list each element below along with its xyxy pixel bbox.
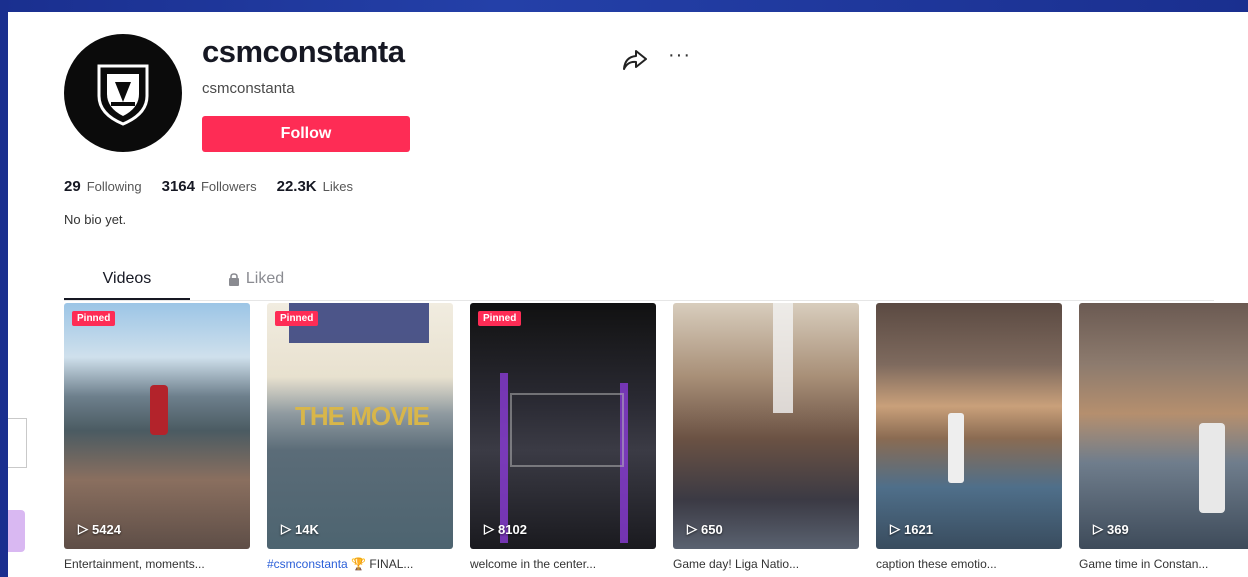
video-card[interactable]: ▷ 369 Game time in Constan... xyxy=(1079,303,1248,571)
video-card[interactable]: THE MOVIE Pinned ▷ 14K #csmconstanta 🏆 FI… xyxy=(267,303,453,571)
profile-tabs: Videos Liked xyxy=(64,260,1214,301)
caption-text: FINAL... xyxy=(369,557,414,571)
video-card[interactable]: ▷ 650 Game day! Liga Natio... xyxy=(673,303,859,571)
likes-stat: 22.3K Likes xyxy=(277,178,353,195)
video-card[interactable]: Pinned ▷ 8102 welcome in the center... xyxy=(470,303,656,571)
video-grid: Pinned ▷ 5424 Entertainment, moments... T… xyxy=(64,303,1248,571)
view-count-value: 8102 xyxy=(498,521,527,537)
video-caption[interactable]: welcome in the center... xyxy=(470,557,650,571)
lock-icon xyxy=(228,272,239,286)
pinned-badge: Pinned xyxy=(478,311,522,326)
tab-liked-label: Liked xyxy=(245,270,285,287)
username: csmconstanta xyxy=(202,34,405,69)
play-icon: ▷ xyxy=(78,521,88,536)
share-icon[interactable] xyxy=(622,48,648,72)
likes-label: Likes xyxy=(322,179,353,194)
video-caption[interactable]: Game day! Liga Natio... xyxy=(673,557,853,571)
followers-count: 3164 xyxy=(161,178,195,195)
profile-stats: 29 Following 3164 Followers 22.3K Likes xyxy=(64,178,353,195)
sidebar-fragment-highlight xyxy=(8,510,25,552)
following-label: Following xyxy=(86,179,142,194)
video-thumbnail[interactable]: Pinned ▷ 5424 xyxy=(64,303,250,549)
followers-stat[interactable]: 3164 Followers xyxy=(162,178,257,195)
view-count: ▷ 369 xyxy=(1093,521,1129,537)
video-card[interactable]: ▷ 1621 caption these emotio... xyxy=(876,303,1062,571)
video-caption[interactable]: Entertainment, moments... xyxy=(64,557,244,571)
view-count: ▷ 1621 xyxy=(890,521,933,537)
window-frame-left xyxy=(0,0,8,577)
play-icon: ▷ xyxy=(890,521,900,536)
bio: No bio yet. xyxy=(64,212,127,227)
video-thumbnail[interactable]: Pinned ▷ 8102 xyxy=(470,303,656,549)
video-caption[interactable]: caption these emotio... xyxy=(876,557,1056,571)
pinned-badge: Pinned xyxy=(72,311,116,326)
video-caption[interactable]: Game time in Constan... xyxy=(1079,557,1248,571)
play-icon: ▷ xyxy=(687,521,697,536)
view-count-value: 5424 xyxy=(92,521,121,537)
follow-button[interactable]: Follow xyxy=(202,116,410,152)
followers-label: Followers xyxy=(200,179,257,194)
trophy-icon: 🏆 xyxy=(351,557,367,571)
club-logo xyxy=(97,64,149,126)
tab-videos[interactable]: Videos xyxy=(64,260,190,300)
video-caption[interactable]: #csmconstanta 🏆 FINAL... xyxy=(267,557,447,571)
profile-page: csmconstanta csmconstanta Follow ··· 29 F… xyxy=(8,12,1248,577)
view-count: ▷ 5424 xyxy=(78,521,121,537)
tab-liked[interactable]: Liked xyxy=(208,260,304,298)
following-stat[interactable]: 29 Following xyxy=(64,178,142,195)
view-count-value: 1621 xyxy=(904,521,933,537)
video-thumbnail[interactable]: ▷ 1621 xyxy=(876,303,1062,549)
more-icon[interactable]: ··· xyxy=(668,44,691,67)
window-frame-top xyxy=(0,0,1248,12)
view-count: ▷ 14K xyxy=(281,521,319,537)
view-count: ▷ 650 xyxy=(687,521,723,537)
view-count-value: 14K xyxy=(295,521,319,537)
following-count: 29 xyxy=(64,178,81,195)
sidebar-fragment xyxy=(8,418,27,468)
video-card[interactable]: Pinned ▷ 5424 Entertainment, moments... xyxy=(64,303,250,571)
view-count-value: 650 xyxy=(701,521,723,537)
play-icon: ▷ xyxy=(281,521,291,536)
view-count-value: 369 xyxy=(1107,521,1129,537)
likes-count: 22.3K xyxy=(276,178,317,195)
nickname: csmconstanta xyxy=(202,80,295,97)
pinned-badge: Pinned xyxy=(275,311,319,326)
avatar[interactable] xyxy=(64,34,182,152)
video-thumbnail[interactable]: ▷ 650 xyxy=(673,303,859,549)
video-thumbnail[interactable]: THE MOVIE Pinned ▷ 14K xyxy=(267,303,453,549)
video-thumbnail[interactable]: ▷ 369 xyxy=(1079,303,1248,549)
hashtag-link[interactable]: #csmconstanta xyxy=(267,557,348,571)
play-icon: ▷ xyxy=(484,521,494,536)
play-icon: ▷ xyxy=(1093,521,1103,536)
view-count: ▷ 8102 xyxy=(484,521,527,537)
